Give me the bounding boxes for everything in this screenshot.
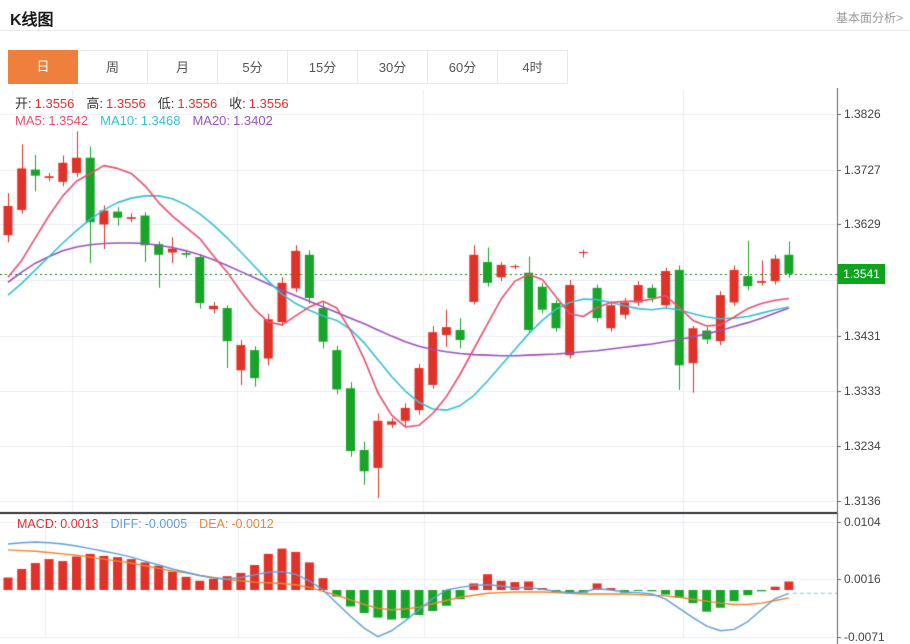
legend-item: 开:1.3556: [15, 96, 74, 111]
tab-week[interactable]: 周: [78, 50, 148, 84]
legend-item: MA10:1.3468: [100, 113, 180, 128]
ohlc-legend: 开:1.3556高:1.3556低:1.3556收:1.3556: [15, 93, 301, 112]
legend-item: DEA:-0.0012: [199, 517, 274, 531]
tab-month[interactable]: 月: [148, 50, 218, 84]
legend-label: 低:: [158, 96, 175, 111]
legend-label: DEA:: [199, 517, 228, 531]
legend-item: 低:1.3556: [158, 96, 217, 111]
legend-value: 1.3556: [249, 96, 289, 111]
legend-label: MA10:: [100, 113, 138, 128]
legend-value: 1.3542: [48, 113, 88, 128]
legend-value: 1.3556: [106, 96, 146, 111]
kline-chart-area: 开:1.3556高:1.3556低:1.3556收:1.3556 MA5:1.3…: [0, 88, 910, 644]
legend-item: MA20:1.3402: [192, 113, 272, 128]
legend-value: 1.3556: [35, 96, 75, 111]
legend-label: MACD:: [17, 517, 57, 531]
y-axis-tick: 1.3629: [844, 217, 902, 231]
legend-value: 1.3402: [233, 113, 273, 128]
tab-60min[interactable]: 60分: [428, 50, 498, 84]
y-axis-tick: 1.3826: [844, 107, 902, 121]
tab-day[interactable]: 日: [8, 50, 78, 84]
y-axis-tick: 1.3333: [844, 384, 902, 398]
kline-canvas[interactable]: [0, 88, 910, 644]
y-axis-tick: 0.0016: [844, 572, 902, 586]
legend-item: 高:1.3556: [86, 96, 145, 111]
legend-label: 收:: [229, 96, 246, 111]
tab-15min[interactable]: 15分: [288, 50, 358, 84]
legend-value: 0.0013: [60, 517, 98, 531]
legend-label: DIFF:: [111, 517, 142, 531]
page-title: K线图: [10, 6, 54, 30]
legend-value: 1.3468: [141, 113, 181, 128]
page-header: K线图 基本面分析>: [0, 0, 910, 30]
ma-legend: MA5:1.3542 MA10:1.3468 MA20:1.3402: [15, 113, 285, 128]
header-divider: [0, 30, 910, 31]
legend-value: -0.0012: [231, 517, 273, 531]
fundamental-analysis-link[interactable]: 基本面分析>: [836, 9, 903, 26]
period-tabbar: 日周月5分15分30分60分4时: [8, 50, 568, 84]
legend-label: 开:: [15, 96, 32, 111]
legend-value: 1.3556: [177, 96, 217, 111]
y-axis-tick: 1.3431: [844, 329, 902, 343]
legend-value: -0.0005: [145, 517, 187, 531]
tab-5min[interactable]: 5分: [218, 50, 288, 84]
legend-label: MA5:: [15, 113, 45, 128]
legend-label: 高:: [86, 96, 103, 111]
y-axis-tick: -0.0071: [844, 630, 902, 644]
legend-label: MA20:: [192, 113, 230, 128]
y-axis-tick: 1.3136: [844, 494, 902, 508]
legend-item: MA5:1.3542: [15, 113, 88, 128]
macd-legend: MACD:0.0013 DIFF:-0.0005 DEA:-0.0012: [17, 517, 286, 531]
tab-4hour[interactable]: 4时: [498, 50, 568, 84]
y-axis-tick: 1.3727: [844, 163, 902, 177]
y-axis-tick: 0.0104: [844, 515, 902, 529]
tab-30min[interactable]: 30分: [358, 50, 428, 84]
legend-item: 收:1.3556: [229, 96, 288, 111]
legend-item: DIFF:-0.0005: [111, 517, 188, 531]
legend-item: MACD:0.0013: [17, 517, 99, 531]
y-axis-tick: 1.3234: [844, 439, 902, 453]
current-price-tag: 1.3541: [838, 264, 885, 284]
